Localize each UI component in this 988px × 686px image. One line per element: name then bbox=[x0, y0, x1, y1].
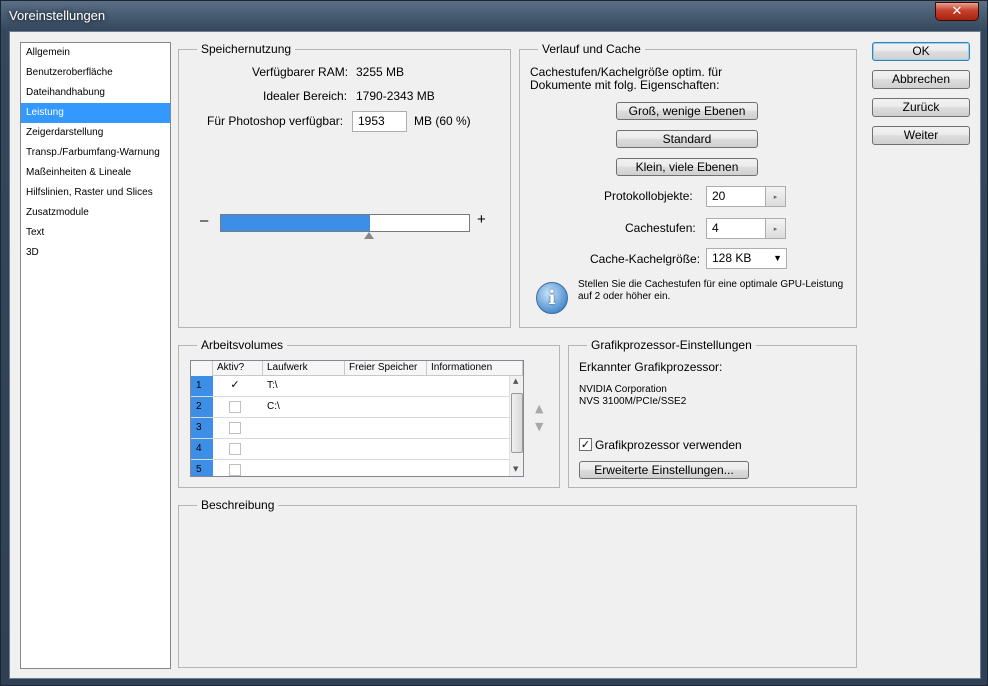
row-number: 3 bbox=[191, 418, 213, 438]
next-button[interactable]: Weiter bbox=[872, 126, 970, 145]
gpu-settings-legend: Grafikprozessor-Einstellungen bbox=[591, 338, 752, 352]
history-states-label: Protokollobjekte: bbox=[604, 189, 693, 203]
cancel-button[interactable]: Abbrechen bbox=[872, 70, 970, 89]
large-few-layers-button[interactable]: Groß, wenige Ebenen bbox=[616, 102, 758, 120]
row-active-checkbox[interactable] bbox=[229, 422, 241, 434]
description-group: Beschreibung bbox=[178, 498, 857, 668]
row-number: 4 bbox=[191, 439, 213, 459]
nav-item[interactable]: Text bbox=[21, 223, 170, 243]
ideal-range-label: Idealer Bereich: bbox=[263, 89, 348, 103]
column-active[interactable]: Aktiv? bbox=[213, 361, 263, 376]
table-row[interactable]: 1 ✓ T:\ bbox=[191, 376, 509, 397]
title-bar[interactable]: Voreinstellungen ✕ bbox=[1, 1, 987, 31]
photoshop-memory-input[interactable]: 1953 bbox=[352, 111, 407, 132]
nav-item[interactable]: Dateihandhabung bbox=[21, 83, 170, 103]
ok-button[interactable]: OK bbox=[872, 42, 970, 61]
gpu-vendor: NVIDIA Corporation bbox=[579, 384, 667, 395]
window-title: Voreinstellungen bbox=[9, 8, 106, 23]
scrollbar-thumb[interactable] bbox=[511, 393, 523, 453]
scratch-table-header: Aktiv? Laufwerk Freier Speicher Informat… bbox=[191, 361, 523, 376]
move-down-icon[interactable]: ▼ bbox=[535, 420, 543, 433]
memory-slider-fill bbox=[221, 215, 370, 231]
back-button[interactable]: Zurück bbox=[872, 98, 970, 117]
cache-levels-spin-icon[interactable]: ▸ bbox=[766, 218, 786, 239]
scroll-up-icon[interactable]: ▲ bbox=[513, 377, 518, 385]
cache-info-line1: Stellen Sie die Cachestufen für eine opt… bbox=[578, 279, 844, 290]
cache-tile-size-select[interactable]: 128 KB ▼ bbox=[706, 248, 787, 269]
standard-button[interactable]: Standard bbox=[616, 130, 758, 148]
info-icon: i bbox=[536, 282, 568, 314]
advanced-settings-button[interactable]: Erweiterte Einstellungen... bbox=[579, 461, 749, 479]
gpu-model: NVS 3100M/PCIe/SSE2 bbox=[579, 396, 687, 407]
cache-description-line1: Cachestufen/Kachelgröße optim. für bbox=[530, 65, 723, 79]
memory-slider[interactable] bbox=[220, 214, 470, 232]
row-number: 5 bbox=[191, 460, 213, 476]
memory-slider-thumb[interactable] bbox=[363, 232, 374, 239]
scratch-table-scrollbar[interactable]: ▲ ▼ bbox=[509, 376, 523, 476]
nav-item[interactable]: Hilfslinien, Raster und Slices bbox=[21, 183, 170, 203]
scratch-disks-legend: Arbeitsvolumes bbox=[201, 338, 284, 352]
dialog-client: Allgemein Benutzeroberfläche Dateihandhabu… bbox=[9, 31, 981, 679]
row-drive: T:\ bbox=[267, 380, 278, 391]
row-active-checkbox[interactable]: ✓ bbox=[229, 380, 241, 392]
ideal-range-value: 1790-2343 MB bbox=[356, 89, 435, 103]
photoshop-available-label: Für Photoshop verfügbar: bbox=[207, 114, 344, 128]
row-active-checkbox[interactable] bbox=[229, 443, 241, 455]
nav-item[interactable]: 3D bbox=[21, 243, 170, 263]
category-list[interactable]: Allgemein Benutzeroberfläche Dateihandhabu… bbox=[20, 42, 171, 669]
nav-item[interactable]: Allgemein bbox=[21, 43, 170, 63]
nav-item[interactable]: Benutzeroberfläche bbox=[21, 63, 170, 83]
cache-tile-size-value: 128 KB bbox=[712, 251, 752, 265]
nav-item[interactable]: Leistung bbox=[21, 103, 170, 123]
history-cache-legend: Verlauf und Cache bbox=[542, 42, 641, 56]
row-active-checkbox[interactable] bbox=[229, 464, 241, 476]
nav-item[interactable]: Maßeinheiten & Lineale bbox=[21, 163, 170, 183]
scratch-disks-table: Aktiv? Laufwerk Freier Speicher Informat… bbox=[190, 360, 524, 477]
nav-item[interactable]: Zeigerdarstellung bbox=[21, 123, 170, 143]
nav-item[interactable]: Zusatzmodule bbox=[21, 203, 170, 223]
table-row[interactable]: 4 bbox=[191, 439, 509, 460]
use-gpu-label[interactable]: Grafikprozessor verwenden bbox=[595, 438, 742, 452]
table-row[interactable]: 5 bbox=[191, 460, 509, 476]
row-active-checkbox[interactable] bbox=[229, 401, 241, 413]
photoshop-memory-unit: MB (60 %) bbox=[414, 114, 471, 128]
cache-info-line2: auf 2 oder höher ein. bbox=[578, 291, 671, 302]
cache-levels-input[interactable]: 4 bbox=[706, 218, 766, 239]
table-row[interactable]: 2 C:\ bbox=[191, 397, 509, 418]
row-number: 2 bbox=[191, 397, 213, 417]
preferences-window: Voreinstellungen ✕ Allgemein Benutzerober… bbox=[0, 0, 988, 686]
column-free-space[interactable]: Freier Speicher bbox=[345, 361, 427, 376]
detected-gpu-label: Erkannter Grafikprozessor: bbox=[579, 360, 723, 374]
available-ram-value: 3255 MB bbox=[356, 65, 405, 79]
small-many-layers-button[interactable]: Klein, viele Ebenen bbox=[616, 158, 758, 176]
chevron-down-icon: ▼ bbox=[773, 253, 782, 263]
available-ram-label: Verfügbarer RAM: bbox=[252, 65, 349, 79]
use-gpu-checkbox[interactable]: ✓ bbox=[579, 438, 592, 451]
column-drive[interactable]: Laufwerk bbox=[263, 361, 345, 376]
history-states-spin-icon[interactable]: ▸ bbox=[766, 186, 786, 207]
cache-description-line2: Dokumente mit folg. Eigenschaften: bbox=[530, 78, 720, 92]
move-up-icon[interactable]: ▲ bbox=[535, 402, 543, 415]
row-number: 1 bbox=[191, 376, 213, 396]
slider-increase-icon[interactable]: + bbox=[477, 211, 486, 228]
nav-item[interactable]: Transp./Farbumfang-Warnung bbox=[21, 143, 170, 163]
cache-levels-label: Cachestufen: bbox=[625, 221, 696, 235]
header-corner bbox=[191, 361, 213, 376]
scroll-down-icon[interactable]: ▼ bbox=[513, 465, 518, 473]
column-information[interactable]: Informationen bbox=[427, 361, 523, 376]
table-row[interactable]: 3 bbox=[191, 418, 509, 439]
close-icon[interactable]: ✕ bbox=[935, 2, 979, 21]
row-drive: C:\ bbox=[267, 401, 280, 412]
cache-tile-size-label: Cache-Kachelgröße: bbox=[590, 252, 701, 266]
memory-usage-legend: Speichernutzung bbox=[201, 42, 292, 56]
history-states-input[interactable]: 20 bbox=[706, 186, 766, 207]
description-legend: Beschreibung bbox=[201, 498, 275, 512]
slider-decrease-icon[interactable]: – bbox=[200, 212, 208, 229]
memory-usage-group: Speichernutzung bbox=[178, 42, 511, 328]
